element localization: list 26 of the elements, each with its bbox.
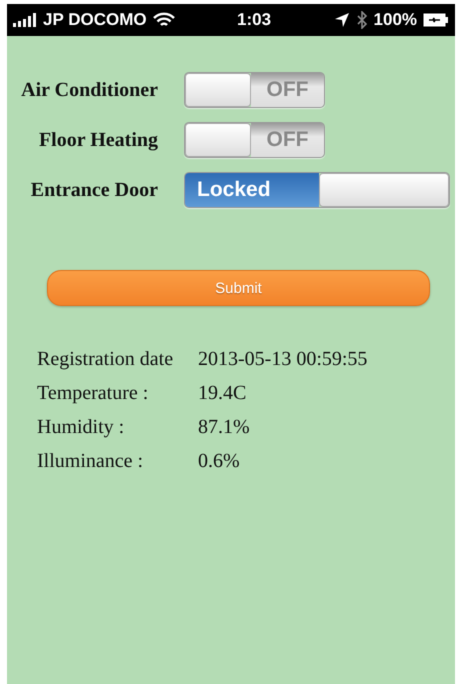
switch-label: Floor Heating <box>38 128 158 153</box>
reading-label: Temperature : <box>37 381 150 406</box>
switch-label: Air Conditioner <box>20 78 158 103</box>
switch-state: Locked <box>185 173 319 207</box>
reading-label: Registration date <box>37 347 174 372</box>
reading-value: 2013-05-13 00:59:55 <box>198 347 368 372</box>
battery-percent: 100% <box>374 10 418 30</box>
reading-value: 19.4C <box>198 381 248 406</box>
reading-label: Illuminance : <box>37 449 144 474</box>
toggle-switch[interactable]: OFF <box>184 72 325 108</box>
clock-time: 1:03 <box>237 10 272 30</box>
signal-icon <box>13 13 37 27</box>
reading-value: 87.1% <box>198 415 251 440</box>
location-arrow-icon <box>334 12 350 28</box>
wifi-icon <box>152 12 175 28</box>
switch-state: OFF <box>251 123 324 157</box>
battery-charging-icon <box>423 13 450 27</box>
switch-label: Entrance Door <box>30 178 158 203</box>
submit-button[interactable]: Submit <box>47 270 430 306</box>
toggle-switch[interactable]: Locked <box>184 172 450 208</box>
switch-state: OFF <box>251 73 324 107</box>
bluetooth-icon <box>356 11 368 29</box>
reading-label: Humidity : <box>37 415 126 440</box>
reading-value: 0.6% <box>198 449 241 474</box>
toggle-switch[interactable]: OFF <box>184 122 325 158</box>
carrier-name: JP DOCOMO <box>43 10 147 30</box>
